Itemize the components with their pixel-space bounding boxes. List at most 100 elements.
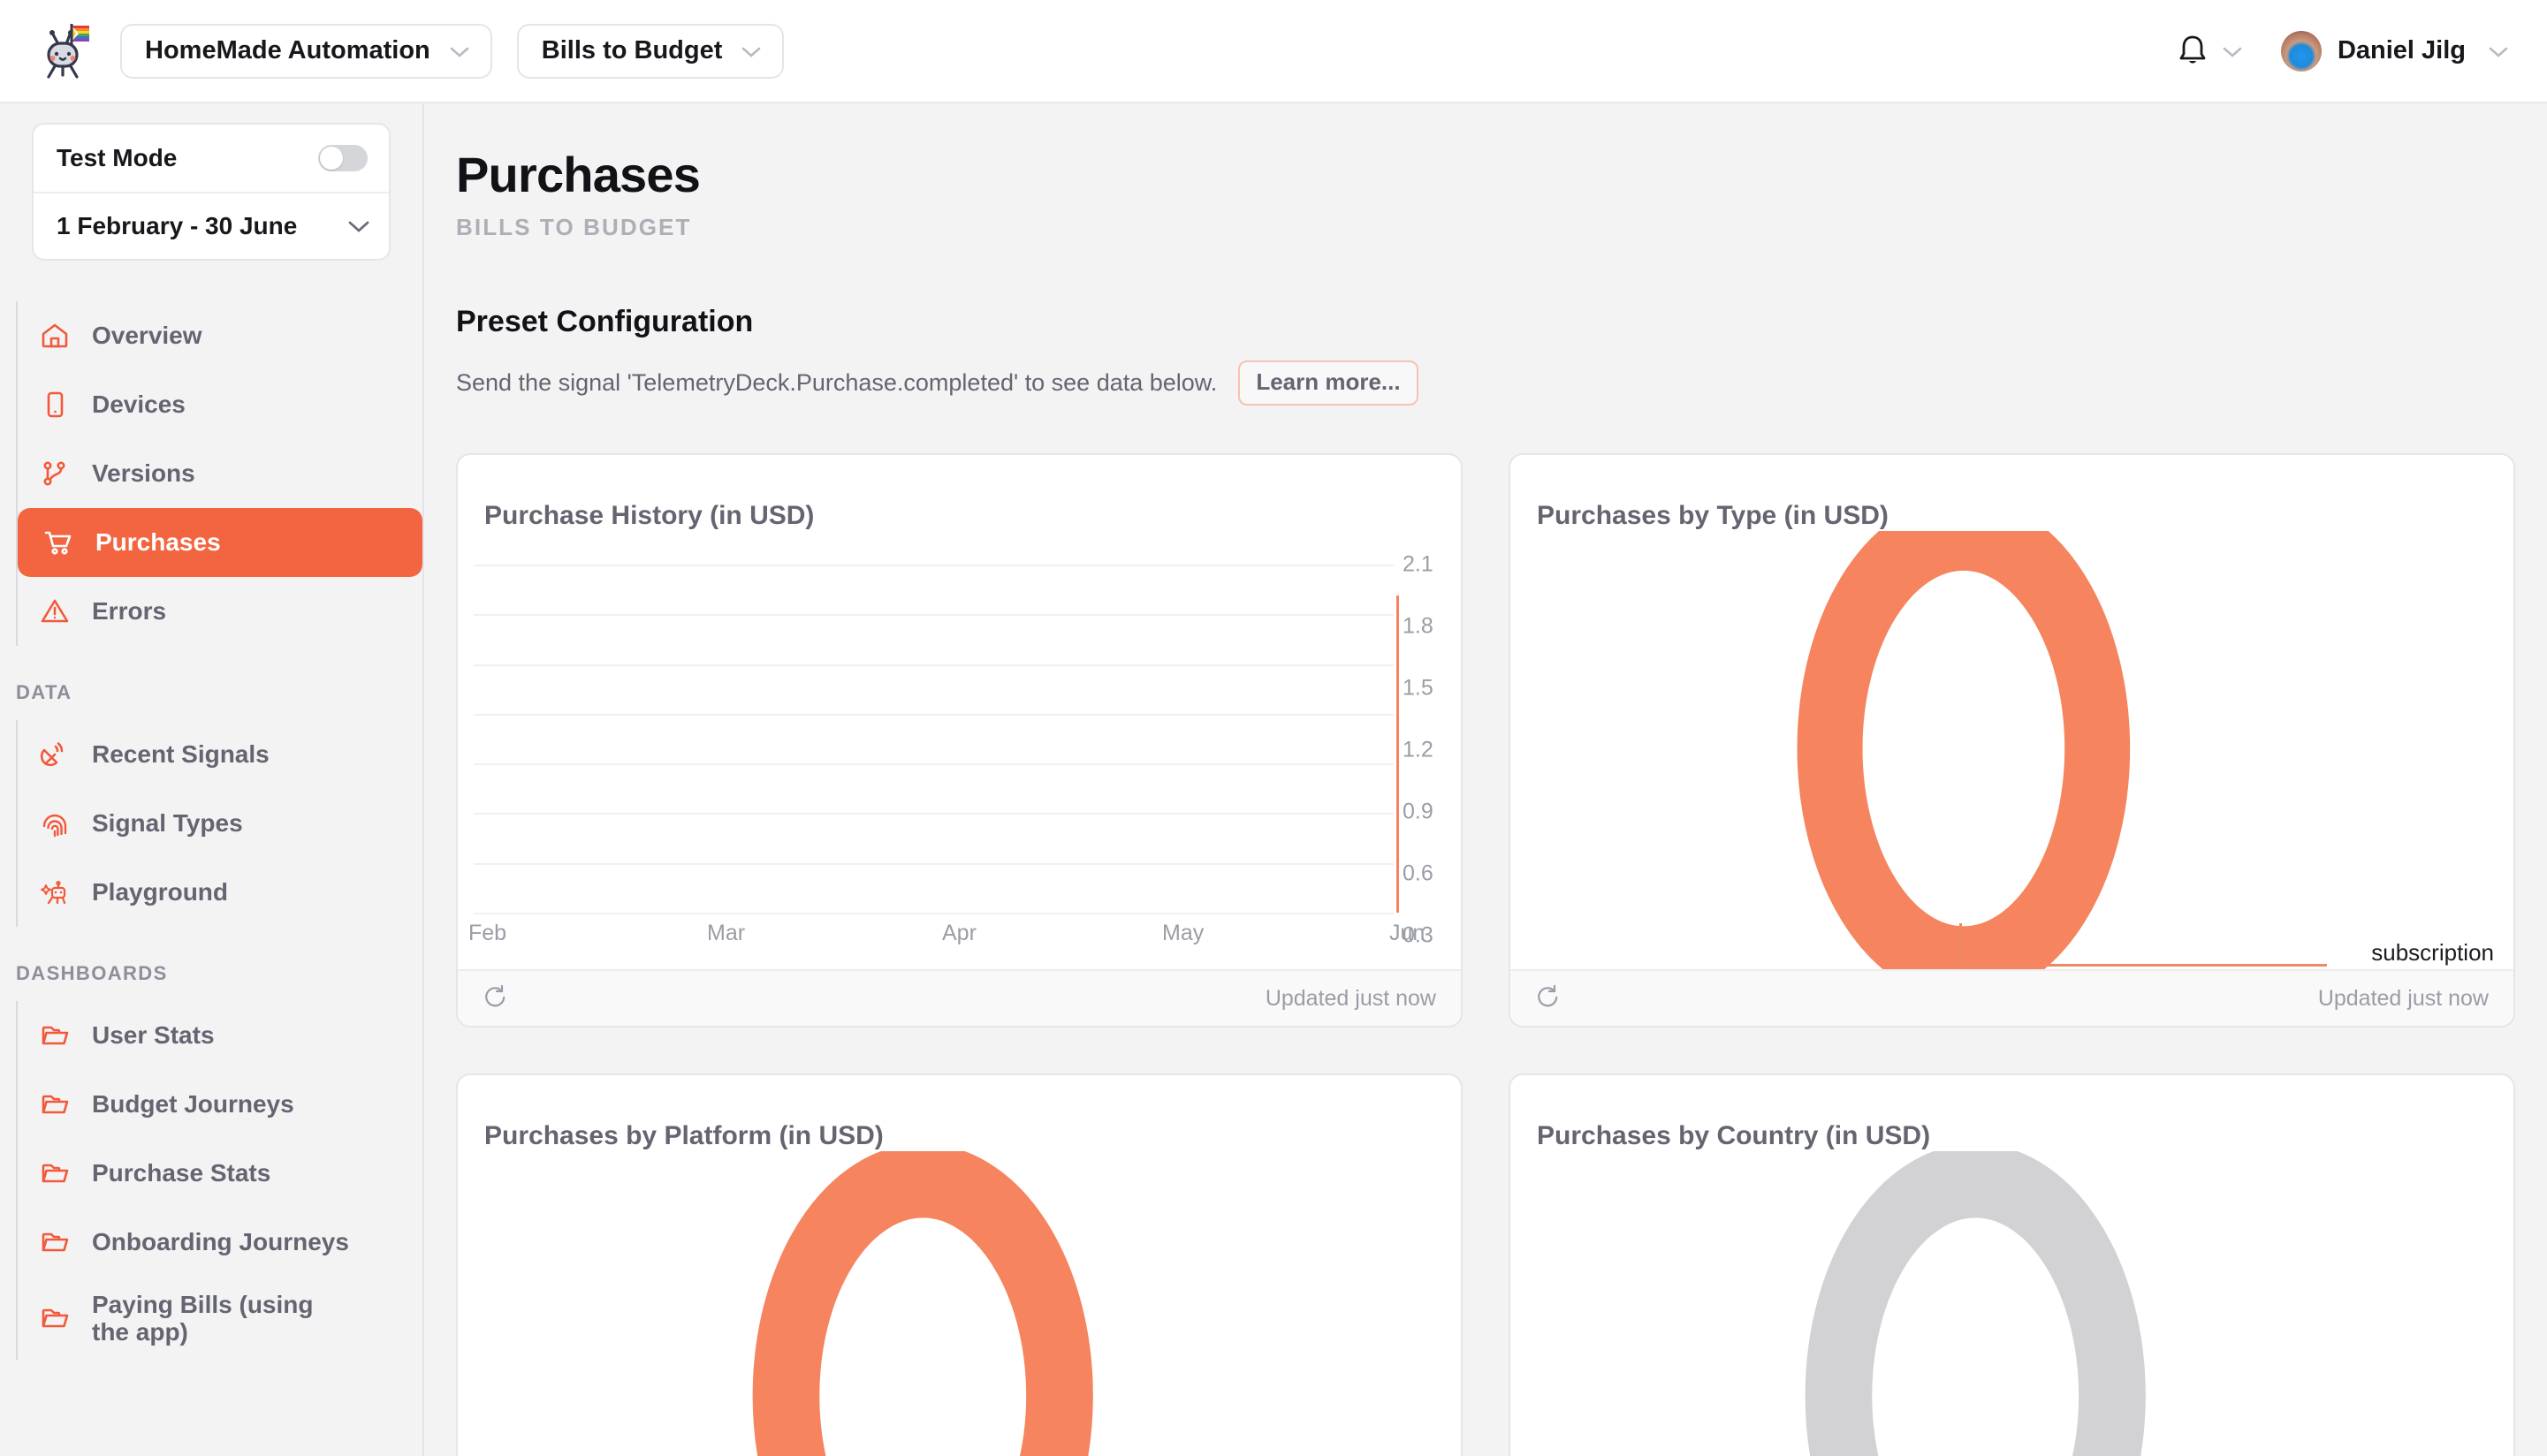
fingerprint-icon xyxy=(39,808,71,839)
purchases-by-platform-chart[interactable] xyxy=(458,1151,1461,1456)
card-purchase-history: Purchase History (in USD) xyxy=(456,453,1463,1028)
page-subtitle: BILLS TO BUDGET xyxy=(456,214,2515,241)
sidebar-item-paying-bills[interactable]: Paying Bills (using the app) xyxy=(16,1277,422,1360)
card-purchases-by-country: Purchases by Country (in USD) xyxy=(1509,1073,2515,1456)
sidebar-item-user-stats[interactable]: User Stats xyxy=(16,1001,422,1070)
sidebar-item-label: Signal Types xyxy=(92,809,243,837)
sidebar-item-overview[interactable]: Overview xyxy=(16,301,422,370)
sidebar-item-label: Onboarding Journeys xyxy=(92,1228,349,1255)
preset-configuration-heading: Preset Configuration xyxy=(456,305,2515,339)
chevron-down-icon[interactable] xyxy=(2489,46,2508,57)
sidebar-item-purchase-stats[interactable]: Purchase Stats xyxy=(16,1139,422,1208)
sidebar-item-recent-signals[interactable]: Recent Signals xyxy=(16,720,422,789)
purchases-by-type-chart[interactable]: subscription 100.00% xyxy=(1510,531,2513,969)
sidebar-item-label: Playground xyxy=(92,878,228,906)
sidebar-item-label: Overview xyxy=(92,322,202,349)
sidebar-item-label: Purchase Stats xyxy=(92,1159,270,1187)
x-axis-tick: May xyxy=(1162,921,1204,946)
updated-status: Updated just now xyxy=(2318,986,2489,1012)
sidebar-item-versions[interactable]: Versions xyxy=(16,439,422,508)
callout-leader-horizontal xyxy=(1959,964,2326,967)
date-range-label: 1 February - 30 June xyxy=(57,212,297,240)
top-bar: HomeMade Automation Bills to Budget Dani… xyxy=(0,0,2547,103)
purchase-history-chart[interactable]: 2.1 1.8 1.5 1.2 0.9 0.6 0.3 0 Feb Mar Ap… xyxy=(458,531,1461,969)
test-mode-toggle[interactable] xyxy=(318,145,368,171)
sidebar-item-purchases[interactable]: Purchases xyxy=(18,508,422,577)
sidebar-item-label: User Stats xyxy=(92,1021,215,1049)
folder-icon xyxy=(39,1302,71,1334)
current-period-marker xyxy=(1396,595,1399,913)
folder-icon xyxy=(39,1020,71,1051)
avatar[interactable] xyxy=(2281,31,2322,72)
y-axis-tick: 0.6 xyxy=(1403,861,1461,887)
card-purchases-by-platform: Purchases by Platform (in USD) xyxy=(456,1073,1463,1456)
sidebar-item-signal-types[interactable]: Signal Types xyxy=(16,789,422,858)
donut-chart xyxy=(458,1151,1461,1456)
git-branch-icon xyxy=(39,458,71,489)
card-purchases-by-type: Purchases by Type (in USD) subscription … xyxy=(1509,453,2515,1028)
donut-chart xyxy=(1510,531,2513,969)
app-body: Test Mode 1 February - 30 June xyxy=(0,103,2547,1456)
sidebar-item-devices[interactable]: Devices xyxy=(16,370,422,439)
charts-grid: Purchase History (in USD) xyxy=(456,453,2515,1456)
sidebar-primary-nav: Overview Devices xyxy=(0,301,422,646)
telemetrydeck-robot-logo[interactable] xyxy=(32,19,95,83)
phone-icon xyxy=(39,389,71,421)
card-title: Purchases by Platform (in USD) xyxy=(458,1075,1461,1151)
folder-icon xyxy=(39,1157,71,1189)
date-range-selector[interactable]: 1 February - 30 June xyxy=(34,193,389,259)
chevron-down-icon xyxy=(741,46,761,57)
sidebar-item-onboarding-journeys[interactable]: Onboarding Journeys xyxy=(16,1208,422,1277)
sidebar-item-playground[interactable]: Playground xyxy=(16,858,422,927)
sidebar-dashboards-nav: User Stats Budget Journeys xyxy=(16,1001,422,1360)
top-bar-right: Daniel Jilg xyxy=(2175,31,2508,72)
refresh-icon[interactable] xyxy=(1533,982,1562,1015)
organization-selector-label: HomeMade Automation xyxy=(145,36,430,65)
app-selector[interactable]: Bills to Budget xyxy=(517,24,785,79)
satellite-dish-icon xyxy=(39,739,71,770)
y-axis-tick: 1.2 xyxy=(1403,738,1461,763)
chevron-down-icon xyxy=(348,221,368,231)
sidebar-item-label: Paying Bills (using the app) xyxy=(92,1291,350,1346)
robot-sparkle-icon xyxy=(39,876,71,908)
card-footer: Updated just now xyxy=(458,969,1461,1026)
sidebar-item-label: Versions xyxy=(92,459,195,487)
card-footer: Updated just now xyxy=(1510,969,2513,1026)
sidebar-settings-card: Test Mode 1 February - 30 June xyxy=(32,123,391,261)
page-title: Purchases xyxy=(456,146,2515,203)
y-axis-tick: 2.1 xyxy=(1403,552,1461,578)
warning-triangle-icon xyxy=(39,595,71,627)
shopping-cart-icon xyxy=(42,527,74,558)
y-axis-tick: 1.5 xyxy=(1403,676,1461,701)
card-title: Purchases by Type (in USD) xyxy=(1510,455,2513,531)
sidebar-data-nav: Recent Signals Signal Types xyxy=(16,720,422,927)
test-mode-row[interactable]: Test Mode xyxy=(34,125,389,193)
test-mode-label: Test Mode xyxy=(57,144,177,172)
x-axis-tick: Mar xyxy=(707,921,745,946)
organization-selector[interactable]: HomeMade Automation xyxy=(120,24,492,79)
folder-icon xyxy=(39,1088,71,1120)
sidebar-item-label: Purchases xyxy=(95,528,221,556)
x-axis-tick: Apr xyxy=(942,921,977,946)
folder-icon xyxy=(39,1226,71,1258)
callout-leader-vertical xyxy=(1959,923,1962,964)
chevron-down-icon xyxy=(450,46,469,57)
y-axis-tick: 0.9 xyxy=(1403,800,1461,825)
refresh-icon[interactable] xyxy=(481,982,509,1015)
purchases-by-country-chart[interactable] xyxy=(1510,1151,2513,1456)
sidebar-item-budget-journeys[interactable]: Budget Journeys xyxy=(16,1070,422,1139)
card-title: Purchases by Country (in USD) xyxy=(1510,1075,2513,1151)
sidebar-item-label: Errors xyxy=(92,597,166,625)
sidebar-item-label: Devices xyxy=(92,391,186,418)
x-axis-tick: Jun xyxy=(1389,921,1425,946)
preset-description: Send the signal 'TelemetryDeck.Purchase.… xyxy=(456,369,1217,397)
chevron-down-icon[interactable] xyxy=(2223,46,2242,57)
y-axis-tick: 1.8 xyxy=(1403,614,1461,640)
line-chart-plot xyxy=(474,565,1394,913)
donut-chart xyxy=(1510,1151,2513,1456)
bell-icon[interactable] xyxy=(2175,32,2210,71)
sidebar-item-errors[interactable]: Errors xyxy=(16,577,422,646)
sidebar-section-data-heading: DATA xyxy=(0,681,422,704)
learn-more-button[interactable]: Learn more... xyxy=(1238,360,1418,406)
preset-configuration-row: Send the signal 'TelemetryDeck.Purchase.… xyxy=(456,360,2515,406)
